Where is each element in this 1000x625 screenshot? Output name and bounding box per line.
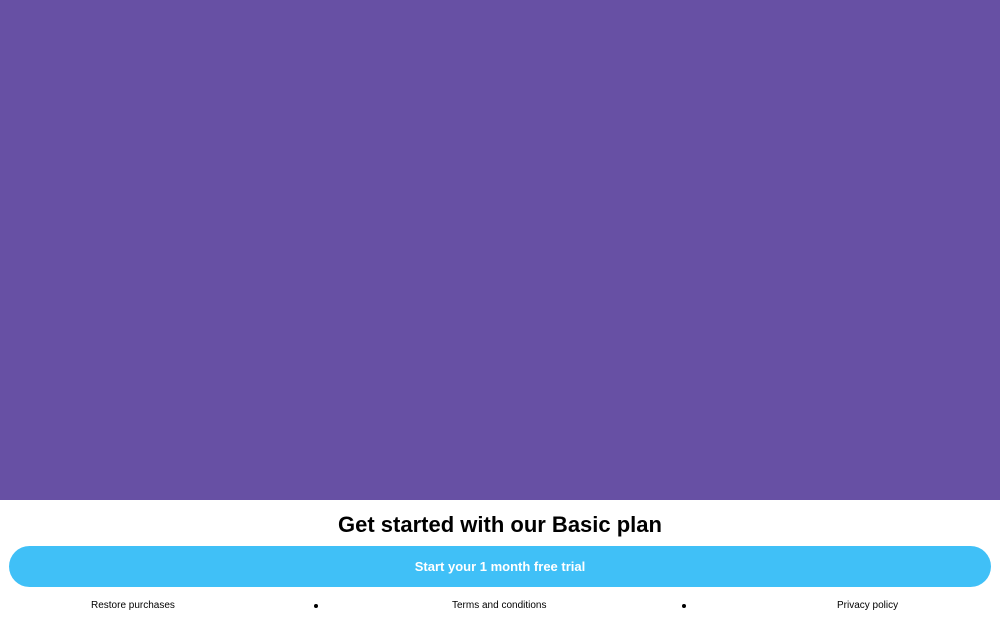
footer-links: Restore purchases Terms and conditions P… [0, 598, 1000, 614]
separator-dot-icon [682, 604, 686, 608]
start-trial-button-label: Start your 1 month free trial [414, 559, 586, 574]
privacy-policy-link[interactable]: Privacy policy [837, 598, 898, 614]
paywall-panel: Get started with our Basic plan Start yo… [0, 500, 1000, 625]
start-trial-button[interactable]: Start your 1 month free trial [9, 546, 991, 587]
terms-and-conditions-link[interactable]: Terms and conditions [452, 598, 547, 614]
separator-dot-icon [314, 604, 318, 608]
hero-banner [0, 0, 1000, 500]
restore-purchases-link[interactable]: Restore purchases [91, 598, 175, 614]
page-title: Get started with our Basic plan [338, 512, 662, 537]
